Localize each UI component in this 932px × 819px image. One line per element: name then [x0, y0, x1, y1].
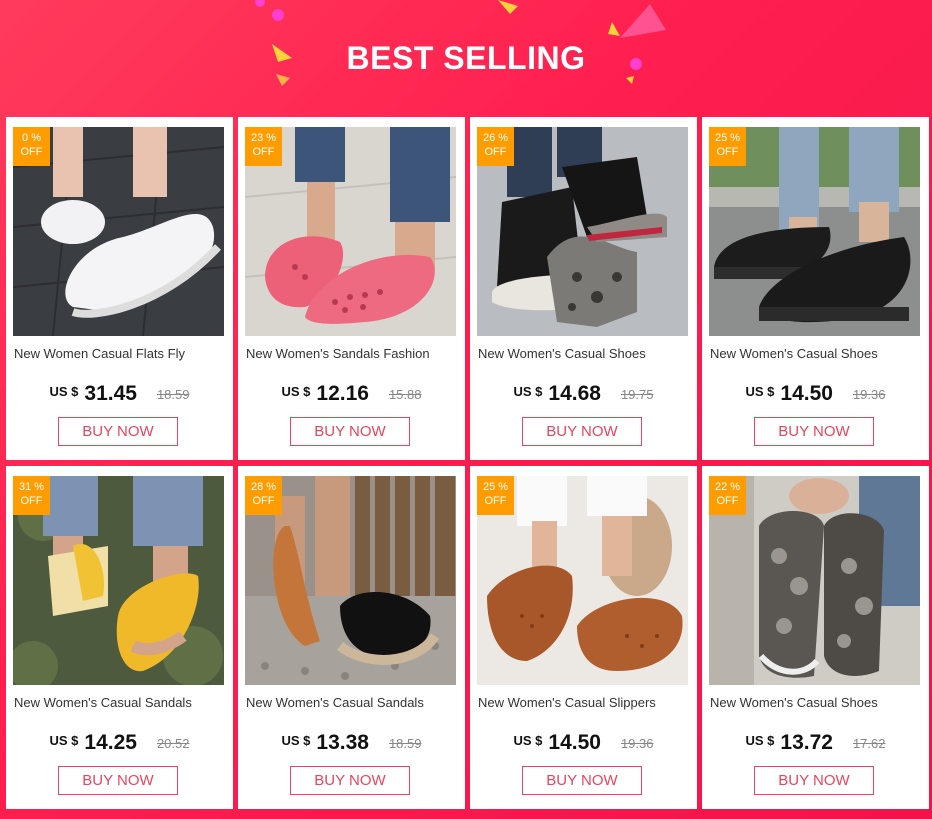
discount-off-label: OFF	[716, 146, 739, 158]
product-name[interactable]: New Women's Casual Shoes	[478, 346, 694, 361]
product-image[interactable]: 25 % OFF	[477, 476, 688, 685]
current-price: 13.38	[316, 731, 369, 754]
buy-now-button[interactable]: BUY NOW	[754, 766, 874, 795]
buy-now-button[interactable]: BUY NOW	[58, 417, 178, 446]
currency-label: US $	[281, 733, 311, 748]
discount-percent: 31 %	[18, 481, 45, 493]
original-price: 18.59	[388, 736, 422, 751]
original-price: 20.52	[156, 736, 190, 751]
product-card[interactable]: 23 % OFF New Women's Sandals Fashion US …	[238, 117, 465, 460]
discount-percent: 23 %	[250, 132, 277, 144]
product-card[interactable]: 26 % OFF New Women's Casual Shoes US $ 14…	[470, 117, 697, 460]
product-image[interactable]: 0 % OFF	[13, 127, 224, 336]
original-price: 15.88	[388, 387, 422, 402]
discount-off-label: OFF	[252, 495, 275, 507]
original-price: 19.36	[852, 387, 886, 402]
currency-label: US $	[745, 384, 775, 399]
discount-percent: 0 %	[22, 132, 41, 144]
discount-off-label: OFF	[20, 495, 43, 507]
current-price: 13.72	[780, 731, 833, 754]
buy-now-button[interactable]: BUY NOW	[754, 417, 874, 446]
currency-label: US $	[745, 733, 775, 748]
currency-label: US $	[49, 733, 79, 748]
discount-percent: 26 %	[482, 132, 509, 144]
price-row: US $ 31.45 18.59	[6, 382, 233, 406]
discount-off-label: OFF	[484, 495, 507, 507]
product-image[interactable]: 25 % OFF	[709, 127, 920, 336]
price-row: US $ 14.68 19.75	[470, 382, 697, 406]
product-image[interactable]: 31 % OFF	[13, 476, 224, 685]
discount-badge: 22 % OFF	[709, 476, 746, 515]
discount-percent: 28 %	[250, 481, 277, 493]
discount-off-label: OFF	[716, 495, 739, 507]
price-row: US $ 14.25 20.52	[6, 731, 233, 755]
discount-badge: 23 % OFF	[245, 127, 282, 166]
product-image[interactable]: 23 % OFF	[245, 127, 456, 336]
product-image[interactable]: 28 % OFF	[245, 476, 456, 685]
discount-off-label: OFF	[20, 146, 43, 158]
product-name[interactable]: New Women's Casual Slippers	[478, 695, 694, 710]
original-price: 19.75	[620, 387, 654, 402]
current-price: 12.16	[316, 382, 369, 405]
discount-badge: 28 % OFF	[245, 476, 282, 515]
product-name[interactable]: New Women's Casual Sandals	[14, 695, 230, 710]
discount-percent: 25 %	[482, 481, 509, 493]
original-price: 18.59	[156, 387, 190, 402]
discount-badge: 26 % OFF	[477, 127, 514, 166]
current-price: 14.50	[548, 731, 601, 754]
page-title: BEST SELLING	[346, 40, 586, 76]
buy-now-button[interactable]: BUY NOW	[290, 766, 410, 795]
price-row: US $ 13.72 17.62	[702, 731, 929, 755]
product-card[interactable]: 22 % OFF New Women's Casual Shoes US $ 13…	[702, 466, 929, 809]
discount-off-label: OFF	[484, 146, 507, 158]
discount-badge: 25 % OFF	[709, 127, 746, 166]
product-name[interactable]: New Women's Sandals Fashion	[246, 346, 462, 361]
currency-label: US $	[513, 733, 543, 748]
buy-now-button[interactable]: BUY NOW	[522, 766, 642, 795]
currency-label: US $	[513, 384, 543, 399]
buy-now-button[interactable]: BUY NOW	[58, 766, 178, 795]
price-row: US $ 13.38 18.59	[238, 731, 465, 755]
product-card[interactable]: 25 % OFF New Women's Casual Shoes US $ 14…	[702, 117, 929, 460]
product-name[interactable]: New Women's Casual Shoes	[710, 695, 926, 710]
price-row: US $ 14.50 19.36	[470, 731, 697, 755]
discount-percent: 25 %	[714, 132, 741, 144]
product-name[interactable]: New Women's Casual Shoes	[710, 346, 926, 361]
product-card[interactable]: 31 % OFF New Women's Casual Sandals US $…	[6, 466, 233, 809]
price-row: US $ 12.16 15.88	[238, 382, 465, 406]
current-price: 31.45	[84, 382, 137, 405]
discount-badge: 31 % OFF	[13, 476, 50, 515]
product-card[interactable]: 25 % OFF New Women's Casual Slippers US …	[470, 466, 697, 809]
product-name[interactable]: New Women Casual Flats Fly	[14, 346, 230, 361]
discount-off-label: OFF	[252, 146, 275, 158]
product-image[interactable]: 22 % OFF	[709, 476, 920, 685]
product-grid: 0 % OFF New Women Casual Flats Fly US $3…	[6, 117, 929, 812]
product-name[interactable]: New Women's Casual Sandals	[246, 695, 462, 710]
product-card[interactable]: 28 % OFF New Women's Casual Sandals US $…	[238, 466, 465, 809]
buy-now-button[interactable]: BUY NOW	[522, 417, 642, 446]
currency-label: US $	[281, 384, 311, 399]
price-row: US $ 14.50 19.36	[702, 382, 929, 406]
currency-label: US $	[49, 384, 79, 399]
original-price: 19.36	[620, 736, 654, 751]
current-price: 14.50	[780, 382, 833, 405]
original-price: 17.62	[852, 736, 886, 751]
buy-now-button[interactable]: BUY NOW	[290, 417, 410, 446]
discount-badge: 25 % OFF	[477, 476, 514, 515]
current-price: 14.25	[84, 731, 137, 754]
discount-percent: 22 %	[714, 481, 741, 493]
current-price: 14.68	[548, 382, 601, 405]
discount-badge: 0 % OFF	[13, 127, 50, 166]
product-image[interactable]: 26 % OFF	[477, 127, 688, 336]
product-card[interactable]: 0 % OFF New Women Casual Flats Fly US $ 3…	[6, 117, 233, 460]
